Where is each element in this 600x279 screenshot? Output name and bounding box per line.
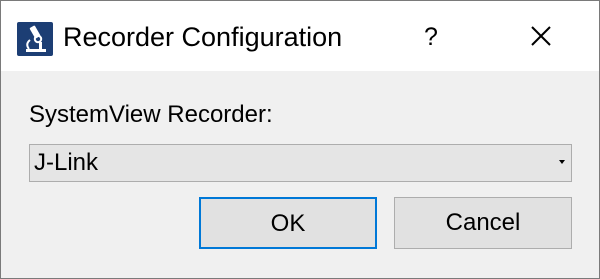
close-icon (511, 25, 571, 47)
recorder-select[interactable]: J-Link (29, 144, 572, 182)
close-button[interactable] (511, 13, 571, 61)
recorder-select-value: J-Link (34, 149, 99, 176)
microscope-icon (17, 22, 53, 56)
dropdown-arrow-icon (559, 160, 565, 164)
recorder-configuration-dialog: Recorder Configuration ? SystemView Reco… (0, 0, 600, 279)
ok-button[interactable]: OK (199, 197, 377, 249)
recorder-label: SystemView Recorder: (29, 101, 273, 128)
cancel-button[interactable]: Cancel (394, 197, 572, 249)
title-bar: Recorder Configuration ? (1, 1, 599, 71)
window-title: Recorder Configuration (63, 22, 343, 52)
help-button[interactable]: ? (407, 13, 455, 61)
